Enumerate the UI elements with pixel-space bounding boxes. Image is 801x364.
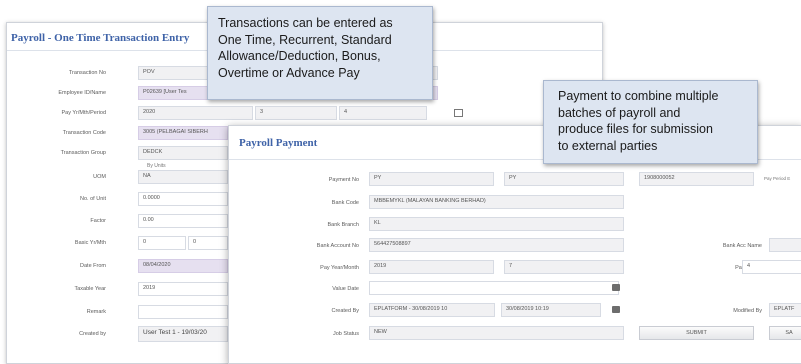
- bank-branch-label: Bank Branch: [327, 222, 360, 228]
- transaction-code-field[interactable]: 3005 (PELBAGAI SIBERH: [138, 126, 228, 140]
- transaction-code-label: Transaction Code: [62, 130, 106, 136]
- bank-acc-name-field[interactable]: [769, 238, 801, 252]
- pay-month-field[interactable]: 7: [504, 260, 624, 274]
- callout-line: Allowance/Deduction, Bonus,: [218, 49, 381, 63]
- bank-account-no-label: Bank Account No: [316, 243, 359, 249]
- callout-line: produce files for submission: [558, 122, 713, 136]
- calendar-icon[interactable]: [612, 284, 620, 291]
- bank-account-no-field[interactable]: 564427508897: [369, 238, 624, 252]
- calendar-icon[interactable]: [454, 109, 463, 117]
- pay-period-label: Pay Yr/Mth/Period: [61, 110, 106, 116]
- remark-field[interactable]: [138, 305, 228, 319]
- pay-month-field[interactable]: 3: [255, 106, 337, 120]
- payment-no-type-field[interactable]: PY: [504, 172, 624, 186]
- created-by-label: Created by: [79, 331, 106, 337]
- date-from-field[interactable]: 08/04/2020: [138, 259, 228, 273]
- pay-period-field[interactable]: 4: [742, 260, 801, 274]
- employee-label: Employee ID/Name: [58, 90, 106, 96]
- callout-line: to external parties: [558, 138, 658, 153]
- payment-no-number-field[interactable]: 1908000052: [639, 172, 754, 186]
- callout-line: Transactions can be entered as: [218, 16, 393, 30]
- no-of-unit-label: No. of Unit: [80, 196, 106, 202]
- transaction-group-label: Transaction Group: [60, 150, 106, 156]
- taxable-year-label: Taxable Year: [74, 286, 107, 292]
- basic-month-field[interactable]: 0: [188, 236, 228, 250]
- bank-code-label: Bank Code: [331, 200, 359, 206]
- callout-line: Payment to combine multiple: [558, 89, 719, 103]
- job-status-label: Job Status: [333, 331, 359, 337]
- pay-year-field[interactable]: 2019: [369, 260, 494, 274]
- basic-label: Basic Yr/Mth: [74, 240, 106, 246]
- payment-no-label: Payment No: [328, 177, 359, 183]
- transaction-group-field[interactable]: DEDCK: [138, 146, 228, 160]
- pay-year-field[interactable]: 2020: [138, 106, 253, 120]
- value-date-field[interactable]: [369, 281, 619, 295]
- calendar-icon[interactable]: [612, 306, 620, 313]
- no-of-unit-field[interactable]: 0.0000: [138, 192, 228, 206]
- bank-branch-field[interactable]: KL: [369, 217, 624, 231]
- created-by-label: Created By: [331, 308, 359, 314]
- payment-callout: Payment to combine multiple batches of p…: [543, 80, 758, 164]
- pay-period-e-label: Pay Period E: [764, 176, 791, 181]
- submit-button[interactable]: SUBMIT: [639, 326, 754, 340]
- payment-no-prefix-field[interactable]: PY: [369, 172, 494, 186]
- transaction-no-label: Transaction No: [68, 70, 106, 76]
- callout-line: Overtime or Advance Pay: [218, 65, 360, 80]
- uom-label: UOM: [93, 174, 106, 180]
- modified-by-label: Modified By: [733, 308, 762, 314]
- taxable-year-field[interactable]: 2019: [138, 282, 228, 296]
- factor-field[interactable]: 0.00: [138, 214, 228, 228]
- created-by-field: EPLATFORM - 30/08/2019 10: [369, 303, 495, 317]
- bank-code-field[interactable]: MBBEMYKL (MALAYAN BANKING BERHAD): [369, 195, 624, 209]
- pay-period-field[interactable]: 4: [339, 106, 427, 120]
- callout-line: One Time, Recurrent, Standard: [218, 32, 392, 47]
- created-by-field: User Test 1 - 19/03/20: [138, 326, 228, 342]
- window-title: Payroll - One Time Transaction Entry: [11, 32, 190, 44]
- pay-year-month-label: Pay Year/Month: [320, 265, 359, 271]
- callout-line: batches of payroll and: [558, 105, 681, 120]
- remark-label: Remark: [86, 309, 106, 315]
- by-units-option[interactable]: By Units: [147, 163, 166, 169]
- save-button[interactable]: SA: [769, 326, 801, 340]
- job-status-field: NEW: [369, 326, 624, 340]
- factor-label: Factor: [90, 218, 106, 224]
- bank-acc-name-label: Bank Acc Name: [722, 243, 762, 249]
- date-from-label: Date From: [80, 263, 106, 269]
- transaction-types-callout: Transactions can be entered as One Time,…: [207, 6, 433, 100]
- window-title: Payroll Payment: [239, 137, 318, 149]
- modified-by-field: EPLATF: [769, 303, 801, 317]
- value-date-label: Value Date: [332, 286, 359, 292]
- created-date-field: 30/08/2019 10:19: [501, 303, 601, 317]
- uom-field[interactable]: NA: [138, 170, 228, 184]
- basic-year-field[interactable]: 0: [138, 236, 186, 250]
